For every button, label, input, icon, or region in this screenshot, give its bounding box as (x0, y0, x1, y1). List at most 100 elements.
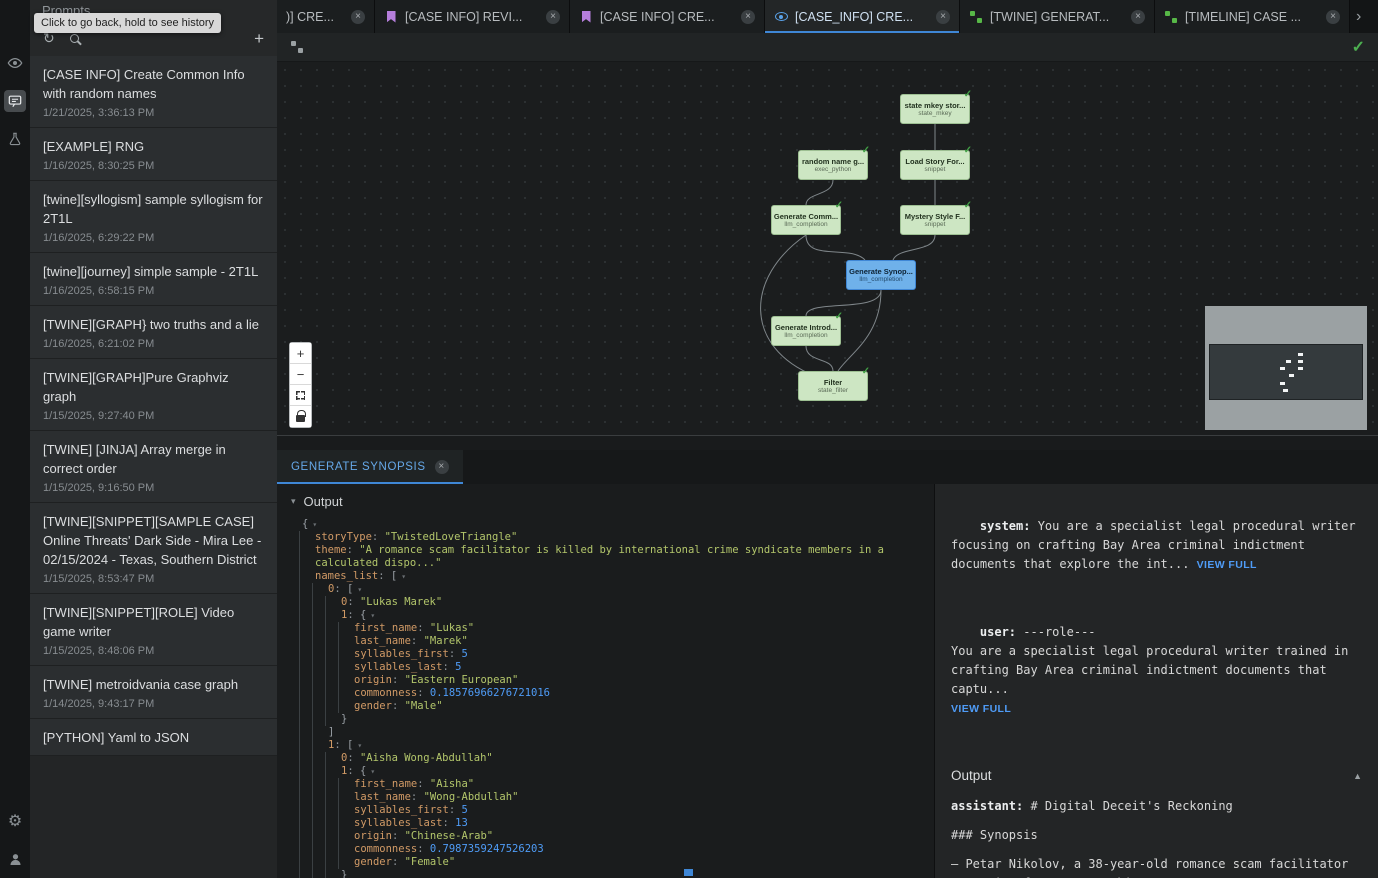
node-check-icon: ✓ (964, 200, 972, 211)
output-section-header[interactable]: ▾ Output (277, 484, 934, 518)
close-icon[interactable]: × (435, 460, 449, 474)
prompts-icon[interactable] (0, 82, 30, 120)
canvas-toolbar: ✓ (277, 33, 1378, 62)
prompt-timestamp: 1/15/2025, 9:27:40 PM (43, 410, 264, 422)
lock-button[interactable] (290, 406, 311, 427)
collapse-node-icon[interactable]: ▾ (357, 741, 362, 750)
panel-resize-gutter[interactable] (277, 435, 1378, 450)
collapse-node-icon[interactable]: ▾ (370, 767, 375, 776)
zoom-in-button[interactable]: + (290, 343, 311, 364)
node-title: Filter (824, 378, 842, 387)
editor-tab[interactable]: )] CRE... × (277, 0, 375, 33)
graph-node[interactable]: ✓ Load Story For... snippet (900, 150, 970, 180)
graph-node[interactable]: Generate Synop... llm_completion (846, 260, 916, 290)
prompt-list-item[interactable]: [TWINE] metroidvania case graph 1/14/202… (30, 666, 277, 719)
json-line: } (299, 713, 934, 726)
prompt-list-item[interactable]: [TWINE] [JINJA] Array merge in correct o… (30, 431, 277, 503)
editor-tab[interactable]: [CASE INFO] CRE... × (570, 0, 765, 33)
prompt-list-item[interactable]: [CASE INFO] Create Common Info with rand… (30, 56, 277, 128)
prompt-list-item[interactable]: [twine][journey] simple sample - 2T1L 1/… (30, 253, 277, 306)
node-type: snippet (925, 166, 946, 174)
prompt-list-item[interactable]: [TWINE][SNIPPET][SAMPLE CASE] Online Thr… (30, 503, 277, 594)
graph-canvas[interactable]: ✓ state mkey stor... state_mkey ✓ random… (277, 62, 1378, 435)
collapse-node-icon[interactable]: ▾ (370, 611, 375, 620)
json-line: storyType: "TwistedLoveTriangle" (299, 531, 934, 544)
settings-gear-icon[interactable]: ⚙ (0, 802, 30, 840)
workflow-icon[interactable] (290, 40, 304, 54)
close-icon[interactable]: × (546, 10, 560, 24)
fit-view-button[interactable] (290, 385, 311, 406)
zoom-out-button[interactable]: − (290, 364, 311, 385)
editor-tab[interactable]: [TWINE] GENERAT... × (960, 0, 1155, 33)
graph-node[interactable]: ✓ random name g... exec_python (798, 150, 868, 180)
prompt-list: [CASE INFO] Create Common Info with rand… (30, 56, 277, 878)
json-line-text: 0: "Lukas Marek" (338, 596, 934, 609)
editor-tab[interactable]: [CASE INFO] REVI... × (375, 0, 570, 33)
json-line-text: 1: {▾ (338, 609, 934, 622)
prompt-timestamp: 1/16/2025, 6:21:02 PM (43, 338, 264, 350)
json-line-text: syllables_first: 5 (351, 804, 934, 817)
minimap[interactable] (1205, 306, 1367, 430)
collapse-node-icon[interactable]: ▾ (401, 572, 406, 581)
prompt-list-item[interactable]: [TWINE][GRAPH]Pure Graphviz graph 1/15/2… (30, 359, 277, 431)
prompt-list-item[interactable]: [PYTHON] Yaml to JSON (30, 719, 277, 756)
graph-node[interactable]: ✓ Generate Comm... llm_completion (771, 205, 841, 235)
close-icon[interactable]: × (741, 10, 755, 24)
json-line-text: gender: "Female" (351, 856, 934, 869)
prompt-title: [twine][syllogism] sample syllogism for … (43, 190, 264, 228)
prompt-list-item[interactable]: [EXAMPLE] RNG 1/16/2025, 8:30:25 PM (30, 128, 277, 181)
close-icon[interactable]: × (351, 10, 365, 24)
json-line-text: commonness: 0.7987359247526203 (351, 843, 934, 856)
graph-node[interactable]: ✓ state mkey stor... state_mkey (900, 94, 970, 124)
chevron-up-icon[interactable]: ▲ (1353, 771, 1362, 781)
json-line: first_name: "Aisha" (299, 778, 934, 791)
json-line-text: last_name: "Wong-Abdullah" (351, 791, 934, 804)
view-full-link[interactable]: VIEW FULL (1197, 559, 1257, 571)
prompt-list-item[interactable]: [twine][syllogism] sample syllogism for … (30, 181, 277, 253)
response-output-header[interactable]: Output ▲ (951, 768, 1362, 783)
search-icon[interactable] (70, 34, 79, 43)
flask-icon[interactable] (0, 120, 30, 158)
collapse-node-icon[interactable]: ▾ (312, 520, 317, 529)
eye-icon (774, 10, 788, 24)
json-line: syllables_first: 5 (299, 648, 934, 661)
json-line: gender: "Male" (299, 700, 934, 713)
tabs-overflow-chevron-icon[interactable]: › (1350, 0, 1367, 33)
account-person-icon[interactable] (0, 840, 30, 878)
view-full-link[interactable]: VIEW FULL (951, 703, 1011, 715)
editor-tab[interactable]: [CASE_INFO] CRE... × (765, 0, 960, 33)
json-line: 0: "Aisha Wong-Abdullah" (299, 752, 934, 765)
bottom-tab-generate-synopsis[interactable]: GENERATE SYNOPSIS × (277, 450, 463, 484)
editor-tab-bar: )] CRE... × [CASE INFO] REVI... × [CASE … (277, 0, 1378, 33)
json-line: 1: {▾ (299, 765, 934, 778)
close-icon[interactable]: × (936, 10, 950, 24)
graph-node[interactable]: ✓ Mystery Style F... snippet (900, 205, 970, 235)
history-tooltip: Click to go back, hold to see history (34, 13, 221, 33)
bookmark-icon (579, 10, 593, 24)
tab-label: [TWINE] GENERAT... (990, 10, 1124, 24)
json-line-text: first_name: "Aisha" (351, 778, 934, 791)
json-line: theme: "A romance scam facilitator is ki… (299, 544, 934, 570)
minimap-viewport[interactable] (1209, 344, 1363, 400)
editor-tab[interactable]: [TIMELINE] CASE ... × (1155, 0, 1350, 33)
close-icon[interactable]: × (1131, 10, 1145, 24)
collapse-node-icon[interactable]: ▾ (357, 585, 362, 594)
json-line: last_name: "Wong-Abdullah" (299, 791, 934, 804)
json-line: syllables_first: 5 (299, 804, 934, 817)
prompt-title: [TWINE][GRAPH} two truths and a lie (43, 315, 264, 334)
node-title: Generate Synop... (849, 267, 913, 276)
graph-node[interactable]: ✓ Generate Introd... llm_completion (771, 316, 841, 346)
prompt-timestamp: 1/15/2025, 8:53:47 PM (43, 573, 264, 585)
close-icon[interactable]: × (1326, 10, 1340, 24)
add-prompt-button[interactable]: + (254, 30, 264, 47)
eye-icon[interactable] (0, 44, 30, 82)
collapse-output-icon[interactable]: ▾ (291, 496, 296, 507)
prompt-title: [TWINE] [JINJA] Array merge in correct o… (43, 440, 264, 478)
prompt-list-item[interactable]: [TWINE][GRAPH} two truths and a lie 1/16… (30, 306, 277, 359)
scrollbar-thumb[interactable] (684, 869, 693, 876)
graph-node[interactable]: ✓ Filter state_filter (798, 371, 868, 401)
json-line: 1: {▾ (299, 609, 934, 622)
prompt-timestamp: 1/14/2025, 9:43:17 PM (43, 698, 264, 710)
prompt-list-item[interactable]: [TWINE][SNIPPET][ROLE] Video game writer… (30, 594, 277, 666)
json-line: commonness: 0.18576966276721016 (299, 687, 934, 700)
